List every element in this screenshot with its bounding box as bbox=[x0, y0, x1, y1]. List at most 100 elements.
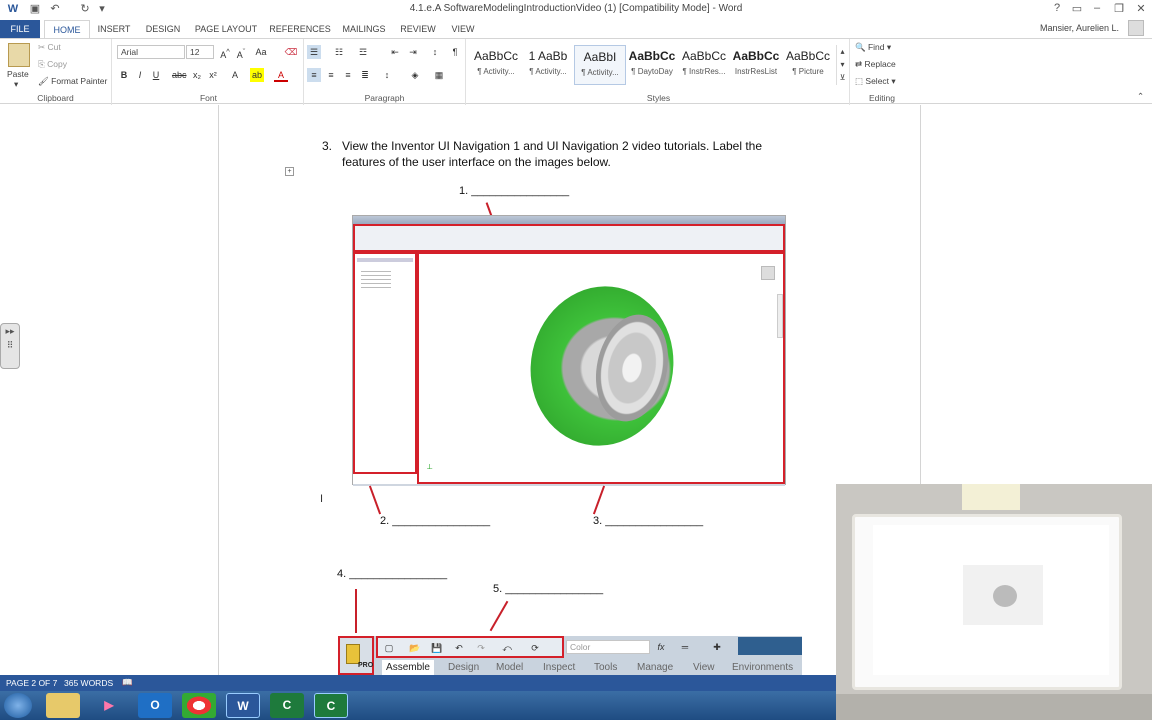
style-picture[interactable]: AaBbCc ¶ Picture bbox=[782, 45, 834, 85]
tab-file[interactable]: FILE bbox=[0, 20, 40, 38]
align-right-icon[interactable]: ≡ bbox=[341, 68, 355, 82]
grow-font-icon[interactable]: A^ bbox=[218, 45, 232, 60]
fx-icon[interactable]: fx bbox=[654, 640, 668, 654]
word-taskbar-icon[interactable]: W bbox=[226, 693, 260, 718]
search-help-box[interactable] bbox=[738, 637, 802, 655]
tab-insert[interactable]: INSERT bbox=[94, 20, 134, 38]
format-painter-button[interactable]: 🖌 Format Painter bbox=[38, 76, 107, 87]
close-button[interactable]: ✕ bbox=[1132, 2, 1150, 15]
tab-view[interactable]: VIEW bbox=[446, 20, 480, 38]
style-instrreslist[interactable]: AaBbCc InstrResList bbox=[730, 45, 782, 85]
styles-scroll[interactable]: ▴ ▾ ⊻ bbox=[836, 45, 848, 85]
bullets-icon[interactable]: ☰ bbox=[307, 45, 321, 59]
paste-button[interactable]: Paste bbox=[7, 69, 29, 79]
tab-model[interactable]: Model bbox=[496, 662, 523, 673]
tab-environments[interactable]: Environments bbox=[732, 662, 793, 673]
tab-home[interactable]: HOME bbox=[44, 20, 90, 38]
table-move-handle-icon[interactable]: + bbox=[285, 167, 294, 176]
inventor-logo-icon[interactable] bbox=[346, 644, 360, 664]
font-size-select[interactable]: 12 bbox=[186, 45, 214, 59]
change-case-icon[interactable]: Aa bbox=[254, 45, 268, 59]
increase-indent-icon[interactable]: ⇥ bbox=[406, 45, 420, 59]
show-formatting-icon[interactable]: ¶ bbox=[448, 45, 462, 59]
paste-icon[interactable] bbox=[8, 43, 30, 67]
save-icon[interactable]: 💾 bbox=[430, 641, 444, 655]
mouse-cursor: I bbox=[320, 493, 324, 505]
borders-icon[interactable]: ▦ bbox=[432, 68, 446, 82]
tab-inspect[interactable]: Inspect bbox=[543, 662, 575, 673]
text-effects-icon[interactable]: A bbox=[228, 68, 242, 82]
new-icon[interactable]: ▢ bbox=[382, 641, 396, 655]
restore-button[interactable]: ❐ bbox=[1110, 2, 1128, 15]
tab-design-inv[interactable]: Design bbox=[448, 662, 479, 673]
tab-design[interactable]: DESIGN bbox=[140, 20, 186, 38]
explorer-icon[interactable] bbox=[46, 693, 80, 718]
chrome-icon[interactable] bbox=[182, 693, 216, 718]
underline-icon[interactable]: U bbox=[149, 68, 163, 82]
update-icon[interactable]: ⟳ bbox=[528, 641, 542, 655]
line-spacing-icon[interactable]: ↕ bbox=[380, 68, 394, 82]
style-daytoday[interactable]: AaBbCc ¶ DaytoDay bbox=[626, 45, 678, 85]
decrease-indent-icon[interactable]: ⇤ bbox=[388, 45, 402, 59]
style-activity-3[interactable]: AaBbI ¶ Activity... bbox=[574, 45, 626, 85]
shrink-font-icon[interactable]: Aˇ bbox=[234, 45, 248, 60]
font-color-icon[interactable]: A bbox=[274, 68, 288, 82]
redo-icon[interactable]: ↷ bbox=[474, 641, 488, 655]
camtasia-recorder-icon[interactable]: C bbox=[314, 693, 348, 718]
replace-button[interactable]: ⇄ Replace bbox=[855, 59, 896, 70]
style-activity-2[interactable]: 1 AaBb ¶ Activity... bbox=[522, 45, 574, 85]
media-player-icon[interactable]: ▶ bbox=[92, 693, 126, 718]
style-instrres[interactable]: AaBbCc ¶ InstrRes... bbox=[678, 45, 730, 85]
tab-assemble[interactable]: Assemble bbox=[382, 660, 434, 675]
measure-icon[interactable]: ═ bbox=[678, 640, 692, 654]
tab-manage[interactable]: Manage bbox=[637, 662, 673, 673]
side-panel-toggle[interactable]: ▸▸ ⠿ bbox=[0, 323, 20, 369]
collapse-ribbon-icon[interactable]: ⌃ bbox=[1137, 91, 1144, 102]
start-button[interactable] bbox=[4, 693, 32, 718]
page-count[interactable]: PAGE 2 OF 7 bbox=[6, 678, 57, 688]
tab-page-layout[interactable]: PAGE LAYOUT bbox=[192, 20, 260, 38]
avatar[interactable] bbox=[1128, 20, 1144, 36]
copy-button[interactable]: ⎘ Copy bbox=[38, 59, 67, 70]
help-button[interactable]: ? bbox=[1048, 2, 1066, 14]
italic-icon[interactable]: I bbox=[133, 68, 147, 82]
style-activity-1[interactable]: AaBbCc ¶ Activity... bbox=[470, 45, 522, 85]
open-icon[interactable]: 📂 bbox=[408, 641, 422, 655]
multilevel-list-icon[interactable]: ☲ bbox=[356, 45, 370, 59]
superscript-icon[interactable]: x² bbox=[206, 68, 220, 82]
find-button[interactable]: 🔍 Find ▾ bbox=[855, 42, 891, 53]
proofing-icon[interactable]: 📖 bbox=[122, 677, 133, 688]
align-left-icon[interactable]: ≡ bbox=[307, 68, 321, 82]
numbering-icon[interactable]: ☷ bbox=[332, 45, 346, 59]
minimize-button[interactable]: – bbox=[1088, 2, 1106, 14]
highlight-icon[interactable]: ab bbox=[250, 68, 264, 82]
font-name-select[interactable]: Arial bbox=[117, 45, 185, 59]
tab-tools[interactable]: Tools bbox=[594, 662, 617, 673]
camtasia-icon[interactable]: C bbox=[270, 693, 304, 718]
navigation-bar bbox=[777, 294, 783, 338]
justify-icon[interactable]: ≣ bbox=[358, 68, 372, 82]
cut-button[interactable]: ✂ Cut bbox=[38, 42, 61, 53]
shading-icon[interactable]: ◈ bbox=[408, 68, 422, 82]
strikethrough-icon[interactable]: abc bbox=[172, 68, 187, 82]
bold-icon[interactable]: B bbox=[117, 68, 131, 82]
tab-view-inv[interactable]: View bbox=[693, 662, 715, 673]
select-button[interactable]: ⬚ Select ▾ bbox=[855, 76, 896, 87]
clipboard-label: Clipboard bbox=[37, 93, 74, 103]
undo-icon[interactable]: ↶ bbox=[452, 641, 466, 655]
color-select[interactable]: Color bbox=[566, 640, 650, 654]
return-icon[interactable]: ⤺ bbox=[500, 641, 514, 655]
user-name[interactable]: Mansier, Aurelien L. bbox=[1040, 23, 1119, 33]
align-center-icon[interactable]: ≡ bbox=[324, 68, 338, 82]
browser-header bbox=[357, 258, 413, 262]
tab-references[interactable]: REFERENCES bbox=[268, 20, 332, 38]
subscript-icon[interactable]: x₂ bbox=[190, 68, 204, 82]
tab-review[interactable]: REVIEW bbox=[396, 20, 440, 38]
add-icon[interactable]: ✚ bbox=[710, 640, 724, 654]
outlook-icon[interactable]: O bbox=[138, 693, 172, 718]
tab-mailings[interactable]: MAILINGS bbox=[338, 20, 390, 38]
word-count[interactable]: 365 WORDS bbox=[64, 678, 113, 688]
ribbon-display-options-icon[interactable]: ▭ bbox=[1068, 2, 1086, 15]
sort-icon[interactable]: ↕ bbox=[428, 45, 442, 59]
clear-formatting-icon[interactable]: ⌫ bbox=[284, 45, 298, 59]
